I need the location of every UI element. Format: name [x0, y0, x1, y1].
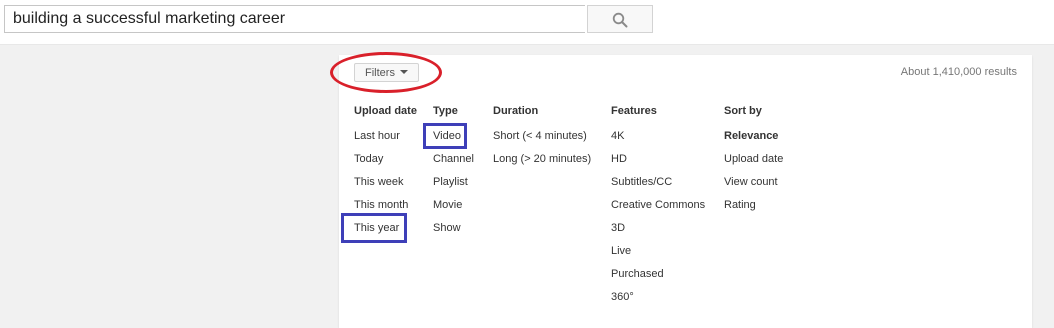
filter-column-upload-date: Upload date Last hour Today This week Th… — [354, 104, 417, 244]
filter-option-hd[interactable]: HD — [611, 152, 705, 175]
filter-option-show[interactable]: Show — [433, 221, 474, 244]
sort-option-rating[interactable]: Rating — [724, 198, 783, 221]
filter-option-this-month[interactable]: This month — [354, 198, 417, 221]
filter-option-this-week[interactable]: This week — [354, 175, 417, 198]
filter-header-type: Type — [433, 105, 458, 117]
filter-option-3d[interactable]: 3D — [611, 221, 705, 244]
search-button[interactable] — [587, 5, 653, 33]
filter-option-last-hour[interactable]: Last hour — [354, 129, 417, 152]
filter-option-channel[interactable]: Channel — [433, 152, 474, 175]
filter-option-playlist[interactable]: Playlist — [433, 175, 474, 198]
filter-option-video[interactable]: Video — [433, 129, 474, 152]
filters-button-label: Filters — [365, 66, 395, 79]
filter-option-this-year[interactable]: This year — [354, 221, 417, 244]
filter-option-live[interactable]: Live — [611, 244, 705, 267]
sort-option-upload-date[interactable]: Upload date — [724, 152, 783, 175]
filter-header-upload-date: Upload date — [354, 105, 417, 117]
filter-option-movie[interactable]: Movie — [433, 198, 474, 221]
filters-button[interactable]: Filters — [354, 63, 419, 82]
filter-option-subtitles[interactable]: Subtitles/CC — [611, 175, 705, 198]
filter-column-duration: Duration Short (< 4 minutes) Long (> 20 … — [493, 104, 591, 175]
filter-column-type: Type Video Channel Playlist Movie Show — [433, 104, 474, 244]
filter-column-sort-by: Sort by Relevance Upload date View count… — [724, 104, 783, 221]
filter-header-duration: Duration — [493, 105, 539, 117]
filter-column-features: Features 4K HD Subtitles/CC Creative Com… — [611, 104, 705, 313]
filter-header-sort-by: Sort by — [724, 105, 762, 117]
sort-option-view-count[interactable]: View count — [724, 175, 783, 198]
filter-option-360[interactable]: 360° — [611, 290, 705, 313]
filter-option-long[interactable]: Long (> 20 minutes) — [493, 152, 591, 175]
results-count: About 1,410,000 results — [900, 66, 1017, 78]
search-icon — [612, 12, 628, 28]
filter-option-4k[interactable]: 4K — [611, 129, 705, 152]
sort-option-relevance[interactable]: Relevance — [724, 129, 783, 152]
masthead — [0, 0, 1054, 45]
filter-header-features: Features — [611, 105, 657, 117]
search-input[interactable] — [4, 5, 585, 33]
filter-option-creative-commons[interactable]: Creative Commons — [611, 198, 705, 221]
filter-option-short[interactable]: Short (< 4 minutes) — [493, 129, 591, 152]
filter-option-today[interactable]: Today — [354, 152, 417, 175]
caret-down-icon — [400, 70, 408, 74]
filter-option-purchased[interactable]: Purchased — [611, 267, 705, 290]
